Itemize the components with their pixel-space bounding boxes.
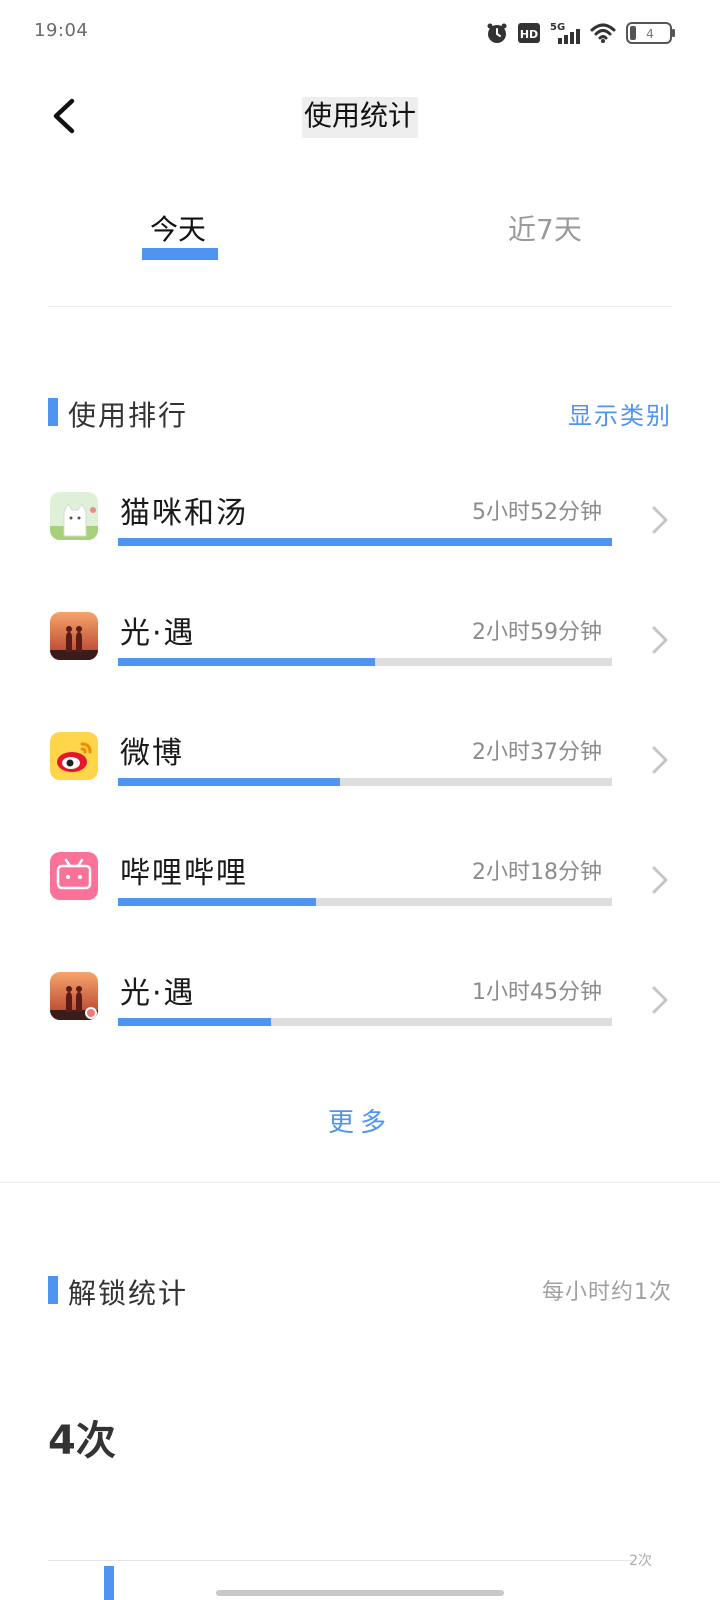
app-name: 微博 bbox=[120, 736, 184, 771]
chevron-right-icon bbox=[652, 986, 668, 1014]
sky-icon bbox=[50, 612, 98, 660]
chart-bar bbox=[104, 1566, 114, 1600]
more-button[interactable]: 更多 bbox=[0, 1102, 720, 1139]
unlock-stats-title: 解锁统计 bbox=[68, 1277, 189, 1310]
hd-icon: HD bbox=[518, 23, 540, 43]
tab-last-7-days[interactable]: 近7天 bbox=[508, 208, 582, 248]
home-indicator[interactable] bbox=[216, 1590, 504, 1596]
app-row[interactable]: 哔哩哔哩 2小时18分钟 bbox=[0, 842, 720, 962]
usage-bar-track bbox=[118, 898, 612, 906]
app-usage-list: 猫咪和汤 5小时52分钟 光·遇 2小时59分钟 微博 2小时37分钟 哔哩哔哩… bbox=[0, 482, 720, 1082]
bilibili-icon bbox=[50, 852, 98, 900]
app-row[interactable]: 光·遇 2小时59分钟 bbox=[0, 602, 720, 722]
chevron-right-icon bbox=[652, 866, 668, 894]
header: 使用统计 bbox=[0, 80, 720, 152]
app-row[interactable]: 猫咪和汤 5小时52分钟 bbox=[0, 482, 720, 602]
app-row[interactable]: 微博 2小时37分钟 bbox=[0, 722, 720, 842]
app-name: 哔哩哔哩 bbox=[120, 856, 248, 891]
alarm-icon bbox=[486, 22, 508, 44]
hd-label: HD bbox=[520, 28, 538, 41]
usage-bar-track bbox=[118, 538, 612, 546]
app-usage-time: 5小时52分钟 bbox=[472, 500, 602, 525]
tab-today[interactable]: 今天 bbox=[150, 208, 206, 248]
tab-active-indicator bbox=[142, 248, 218, 260]
battery-level: 4 bbox=[646, 27, 654, 41]
status-bar: 19:04 HD 5G 4 bbox=[0, 0, 720, 64]
app-usage-time: 2小时59分钟 bbox=[472, 620, 602, 645]
usage-ranking-header: 使用排行 显示类别 bbox=[48, 392, 672, 432]
usage-bar-fill bbox=[118, 778, 341, 786]
app-row[interactable]: 光·遇 1小时45分钟 bbox=[0, 962, 720, 1082]
section-marker bbox=[48, 398, 58, 426]
page-title: 使用统计 bbox=[0, 94, 720, 138]
battery-icon: 4 bbox=[626, 21, 676, 45]
chevron-right-icon bbox=[652, 506, 668, 534]
app-usage-time: 2小时37分钟 bbox=[472, 740, 602, 765]
cat-soup-icon bbox=[50, 492, 98, 540]
tabs-divider bbox=[48, 306, 672, 307]
app-usage-time: 1小时45分钟 bbox=[472, 980, 602, 1005]
app-usage-time: 2小时18分钟 bbox=[472, 860, 602, 885]
period-tabs: 今天 近7天 bbox=[0, 196, 720, 276]
unlock-count: 4次 bbox=[48, 1418, 116, 1464]
chart-gridline bbox=[48, 1560, 632, 1561]
sky-clone-icon bbox=[50, 972, 98, 1020]
usage-ranking-title: 使用排行 bbox=[68, 399, 189, 432]
status-time: 19:04 bbox=[34, 20, 89, 41]
weibo-icon bbox=[50, 732, 98, 780]
usage-bar-track bbox=[118, 778, 612, 786]
usage-bar-fill bbox=[118, 1018, 272, 1026]
usage-bar-track bbox=[118, 658, 612, 666]
chart-tick-label: 2次 bbox=[629, 1553, 652, 1569]
unlock-stats-header: 解锁统计 每小时约1次 bbox=[48, 1270, 672, 1310]
app-name: 光·遇 bbox=[120, 616, 196, 651]
network-label: 5G bbox=[550, 22, 565, 33]
usage-stats-screen: 19:04 HD 5G 4 使用统计 今天 近7天 使用排行 显示类别 猫咪和汤… bbox=[0, 0, 720, 1600]
section-marker bbox=[48, 1276, 58, 1304]
section-divider bbox=[0, 1182, 720, 1183]
signal-5g-icon: 5G bbox=[550, 20, 580, 46]
usage-bar-track bbox=[118, 1018, 612, 1026]
status-icons: HD 5G 4 bbox=[486, 18, 676, 48]
chevron-right-icon bbox=[652, 746, 668, 774]
show-category-button[interactable]: 显示类别 bbox=[568, 396, 672, 431]
chevron-right-icon bbox=[652, 626, 668, 654]
usage-bar-fill bbox=[118, 658, 375, 666]
app-name: 猫咪和汤 bbox=[120, 496, 248, 531]
app-name: 光·遇 bbox=[120, 976, 196, 1011]
wifi-icon bbox=[590, 22, 616, 44]
usage-bar-fill bbox=[118, 898, 316, 906]
unlock-frequency-note: 每小时约1次 bbox=[542, 1280, 672, 1305]
page-title-text: 使用统计 bbox=[301, 97, 418, 138]
usage-bar-fill bbox=[118, 538, 612, 546]
